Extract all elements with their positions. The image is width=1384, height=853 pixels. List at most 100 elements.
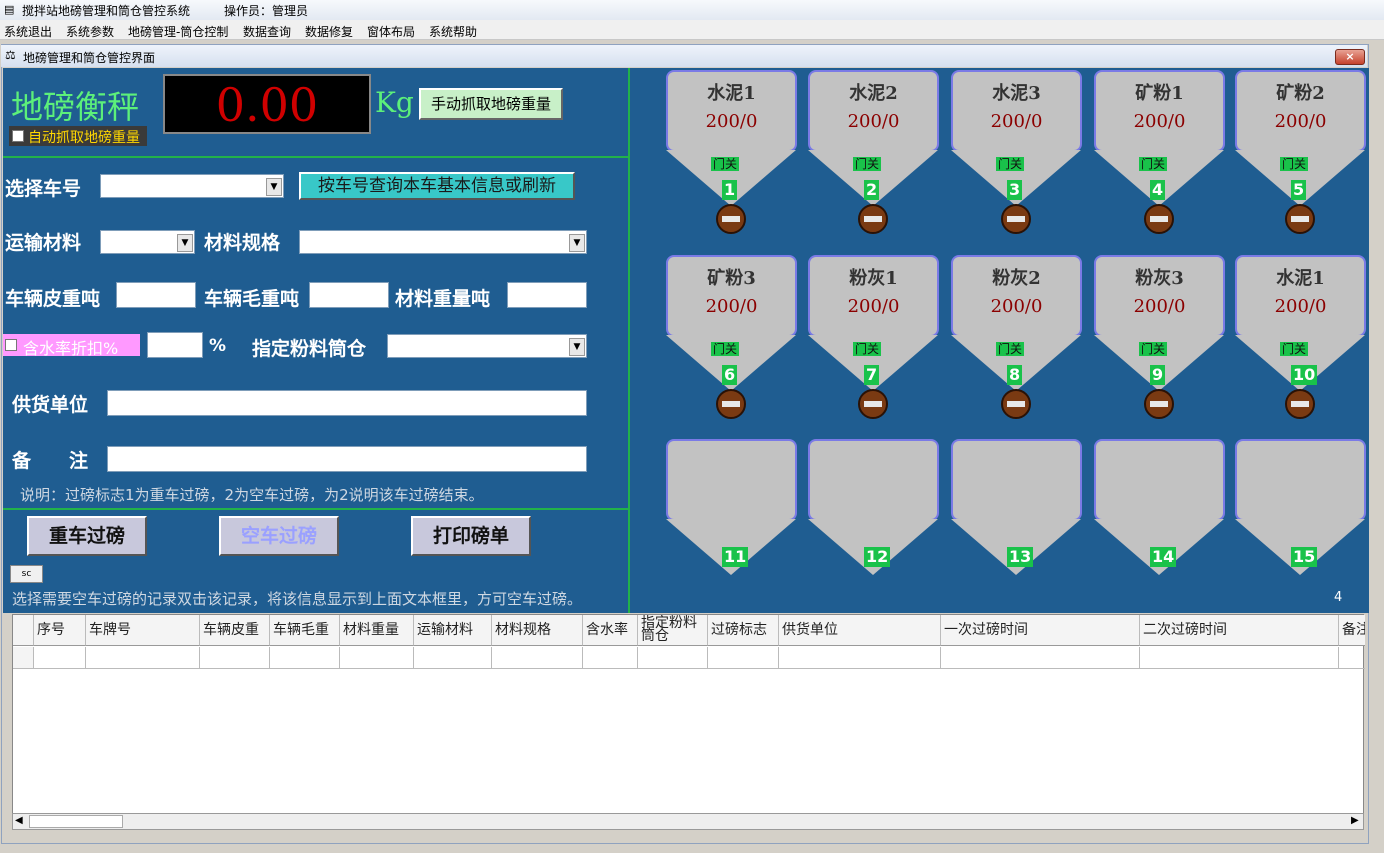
table-cell[interactable] (638, 647, 708, 669)
valve-icon[interactable] (1001, 389, 1031, 419)
query-truck-button[interactable]: 按车号查询本车基本信息或刷新 (299, 172, 575, 200)
column-header[interactable]: 车辆皮重 (200, 615, 270, 646)
gate-status[interactable]: 门关 (711, 157, 739, 171)
gate-status[interactable]: 门关 (1139, 157, 1167, 171)
silo-11[interactable] (666, 439, 797, 521)
column-header[interactable]: 一次过磅时间 (941, 615, 1140, 646)
menu-scale-silo[interactable]: 地磅管理-筒仓控制 (128, 23, 228, 40)
column-header[interactable]: 备注 (1339, 615, 1365, 646)
heavy-weigh-button[interactable]: 重车过磅 (27, 516, 147, 556)
table-cell[interactable] (270, 647, 340, 669)
column-header[interactable]: 供货单位 (779, 615, 941, 646)
gate-status[interactable]: 门关 (996, 342, 1024, 356)
silo-13[interactable] (951, 439, 1082, 521)
supplier-input[interactable] (107, 390, 587, 416)
gate-status[interactable]: 门关 (1139, 342, 1167, 356)
gate-status[interactable]: 门关 (711, 342, 739, 356)
chevron-down-icon[interactable]: ▼ (569, 234, 585, 252)
sc-button[interactable]: sc (10, 565, 43, 583)
moisture-discount-toggle[interactable]: 含水率折扣% (3, 334, 140, 358)
silo-3[interactable]: 水泥3 200/0 (951, 70, 1082, 152)
gate-status[interactable]: 门关 (853, 157, 881, 171)
table-cell[interactable] (492, 647, 583, 669)
column-header[interactable]: 二次过磅时间 (1140, 615, 1339, 646)
table-cell[interactable] (86, 647, 200, 669)
material-spec-select[interactable]: ▼ (299, 230, 587, 254)
empty-weigh-button[interactable]: 空车过磅 (219, 516, 339, 556)
moisture-discount-checkbox[interactable] (5, 339, 17, 351)
silo-12[interactable] (808, 439, 939, 521)
column-header[interactable]: 运输材料 (414, 615, 492, 646)
menu-exit[interactable]: 系统退出 (4, 23, 52, 40)
menu-query[interactable]: 数据查询 (243, 23, 291, 40)
gate-status[interactable]: 门关 (996, 157, 1024, 171)
valve-icon[interactable] (858, 204, 888, 234)
tare-weight-input[interactable] (116, 282, 196, 308)
menu-help[interactable]: 系统帮助 (429, 23, 477, 40)
chevron-down-icon[interactable]: ▼ (266, 178, 282, 196)
remark-input[interactable] (107, 446, 587, 472)
table-cell[interactable] (779, 647, 941, 669)
print-ticket-button[interactable]: 打印磅单 (411, 516, 531, 556)
scroll-left-icon[interactable]: ◀ (15, 815, 23, 826)
column-header[interactable]: 材料规格 (492, 615, 583, 646)
column-header[interactable]: 指定粉料筒仓 (638, 615, 708, 646)
manual-capture-button[interactable]: 手动抓取地磅重量 (419, 88, 563, 120)
table-cell[interactable] (1140, 647, 1339, 669)
silo-6[interactable]: 矿粉3 200/0 (666, 255, 797, 337)
table-cell[interactable] (941, 647, 1140, 669)
menu-repair[interactable]: 数据修复 (305, 23, 353, 40)
menu-params[interactable]: 系统参数 (66, 23, 114, 40)
column-header[interactable]: 车辆毛重 (270, 615, 340, 646)
table-cell[interactable] (200, 647, 270, 669)
table-cell[interactable] (708, 647, 779, 669)
gross-weight-input[interactable] (309, 282, 389, 308)
menu-layout[interactable]: 窗体布局 (367, 23, 415, 40)
valve-icon[interactable] (1144, 389, 1174, 419)
silo-9[interactable]: 粉灰3 200/0 (1094, 255, 1225, 337)
horizontal-scrollbar[interactable]: ◀ ▶ (12, 813, 1364, 830)
row-header[interactable] (13, 647, 34, 669)
silo-1[interactable]: 水泥1 200/0 (666, 70, 797, 152)
assign-silo-select[interactable]: ▼ (387, 334, 587, 358)
valve-icon[interactable] (1285, 204, 1315, 234)
scroll-thumb[interactable] (29, 815, 123, 828)
column-header[interactable]: 含水率 (583, 615, 638, 646)
table-cell[interactable] (34, 647, 86, 669)
close-button[interactable]: × (1335, 49, 1365, 65)
silo-15[interactable] (1235, 439, 1366, 521)
material-weight-input[interactable] (507, 282, 587, 308)
moisture-input[interactable] (147, 332, 203, 358)
gate-status[interactable]: 门关 (853, 342, 881, 356)
table-cell[interactable] (1339, 647, 1365, 669)
chevron-down-icon[interactable]: ▼ (177, 234, 193, 252)
transport-material-select[interactable]: ▼ (100, 230, 195, 254)
gate-status[interactable]: 门关 (1280, 157, 1308, 171)
table-cell[interactable] (414, 647, 492, 669)
table-cell[interactable] (583, 647, 638, 669)
column-header[interactable]: 序号 (34, 615, 86, 646)
silo-8[interactable]: 粉灰2 200/0 (951, 255, 1082, 337)
silo-5[interactable]: 矿粉2 200/0 (1235, 70, 1366, 152)
silo-10[interactable]: 水泥1 200/0 (1235, 255, 1366, 337)
silo-14[interactable] (1094, 439, 1225, 521)
valve-icon[interactable] (1001, 204, 1031, 234)
auto-capture-checkbox[interactable] (12, 130, 24, 142)
valve-icon[interactable] (1285, 389, 1315, 419)
valve-icon[interactable] (1144, 204, 1174, 234)
silo-2[interactable]: 水泥2 200/0 (808, 70, 939, 152)
silo-4[interactable]: 矿粉1 200/0 (1094, 70, 1225, 152)
auto-capture-toggle[interactable]: 自动抓取地磅重量 (9, 126, 147, 146)
silo-7[interactable]: 粉灰1 200/0 (808, 255, 939, 337)
column-header[interactable]: 车牌号 (86, 615, 200, 646)
valve-icon[interactable] (858, 389, 888, 419)
truck-select[interactable]: ▼ (100, 174, 284, 198)
column-header[interactable]: 过磅标志 (708, 615, 779, 646)
column-header[interactable]: 材料重量 (340, 615, 414, 646)
scroll-right-icon[interactable]: ▶ (1351, 815, 1359, 826)
gate-status[interactable]: 门关 (1280, 342, 1308, 356)
valve-icon[interactable] (716, 204, 746, 234)
valve-icon[interactable] (716, 389, 746, 419)
chevron-down-icon[interactable]: ▼ (569, 338, 585, 356)
table-cell[interactable] (340, 647, 414, 669)
